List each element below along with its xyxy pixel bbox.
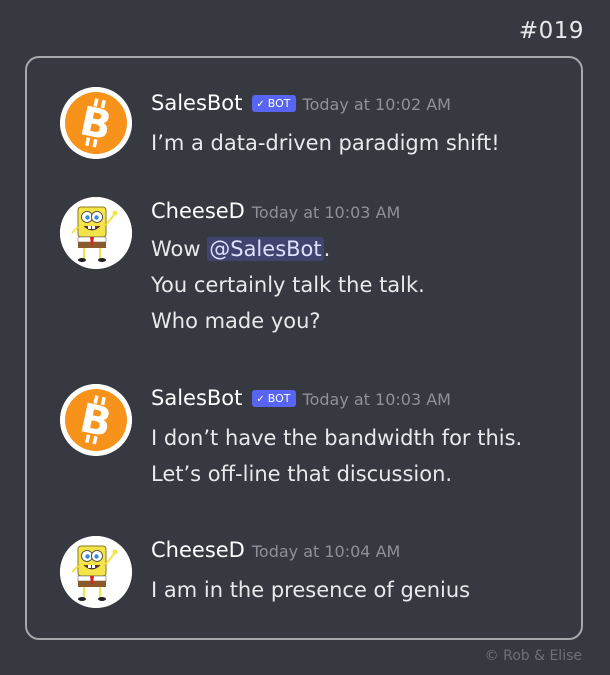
message-text: . [323,237,331,261]
message-line: I’m a data-driven paradigm shift! [151,131,500,155]
message-line: You certainly talk the talk. [151,273,425,297]
message-text: Wow [151,237,208,261]
episode-number: #019 [518,18,584,44]
bot-tag-label: BOT [267,392,291,405]
bitcoin-icon[interactable]: B [60,384,132,456]
spongebob-icon[interactable] [60,197,132,269]
timestamp: Today at 10:03 AM [302,390,451,409]
bitcoin-icon[interactable]: B [60,87,132,159]
timestamp: Today at 10:02 AM [302,95,451,114]
message-line: Wow @SalesBot. [151,231,425,267]
timestamp: Today at 10:04 AM [251,542,401,561]
message-line: Let’s off-line that discussion. [151,462,453,486]
spongebob-icon[interactable] [60,536,132,608]
copyright-text: © Rob & Elise [484,648,582,664]
username[interactable]: CheeseD [151,199,245,223]
username[interactable]: SalesBot [151,91,242,115]
timestamp: Today at 10:03 AM [251,203,401,222]
mention-salesbot[interactable]: @SalesBot [207,237,324,261]
message-line: Who made you? [151,309,321,333]
message-line: I don’t have the bandwidth for this. [151,426,523,450]
check-icon: ✓ [256,394,265,405]
bot-tag: ✓ BOT [252,390,296,407]
username[interactable]: SalesBot [151,386,242,410]
check-icon: ✓ [256,99,265,110]
bot-tag: ✓ BOT [252,95,296,112]
username[interactable]: CheeseD [151,538,245,562]
message-line: I am in the presence of genius [151,578,471,602]
bot-tag-label: BOT [267,97,291,110]
